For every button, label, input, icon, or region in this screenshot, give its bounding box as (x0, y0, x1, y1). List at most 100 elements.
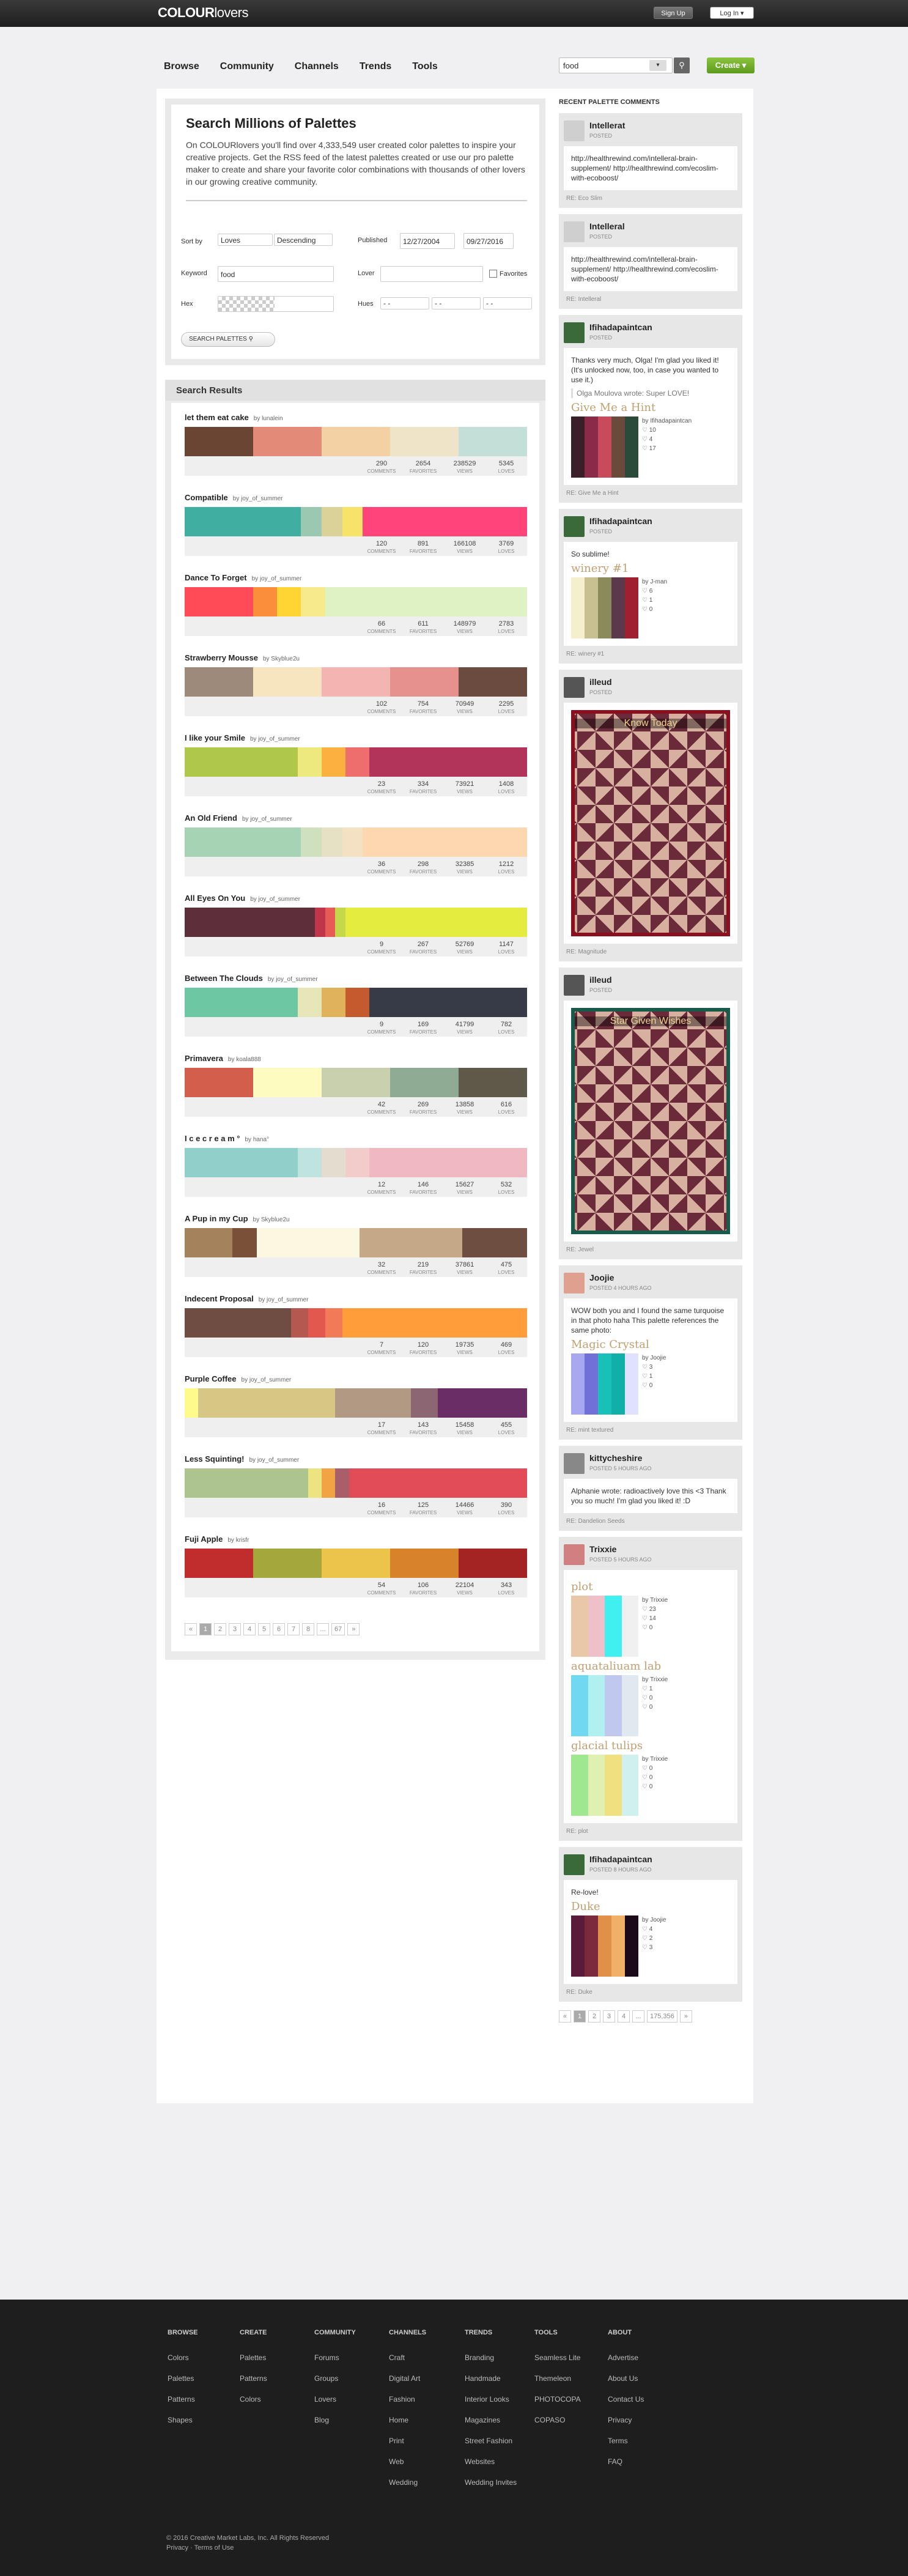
palette-author[interactable]: by lunalein (254, 415, 283, 422)
palette-swatches[interactable] (185, 747, 527, 777)
date-from-input[interactable]: 12/27/2004 (400, 233, 455, 249)
palette-title[interactable]: All Eyes On You by joy_of_summer (185, 894, 526, 903)
color-swatch[interactable] (185, 1228, 233, 1257)
color-swatch[interactable] (253, 1068, 322, 1097)
color-swatch[interactable] (410, 1388, 438, 1418)
order-select[interactable]: Descending (274, 234, 333, 246)
login-button[interactable]: Log In ▾ (710, 7, 754, 19)
color-swatch[interactable] (345, 988, 370, 1017)
footer-link[interactable]: Web (389, 2457, 426, 2466)
mini-palette-author[interactable]: by J-man (642, 577, 667, 587)
mini-palette-author[interactable]: by Trixxie (642, 1755, 668, 1764)
footer-link[interactable]: Patterns (240, 2374, 267, 2383)
comment-username[interactable]: Intelleral (589, 221, 625, 231)
comment-username[interactable]: illeud (589, 677, 612, 687)
color-swatch[interactable] (185, 587, 253, 616)
palette-swatches[interactable] (185, 1148, 527, 1177)
palette-author[interactable]: by Skyblue2u (263, 656, 300, 662)
mini-palette[interactable]: glacial tulips by Trixxie ♡ 0 ♡ 0 ♡ 0 (571, 1741, 730, 1816)
color-swatch[interactable] (185, 1308, 291, 1338)
footer-link[interactable]: Seamless Lite (534, 2353, 581, 2362)
page-link[interactable]: 3 (229, 1623, 241, 1635)
color-swatch[interactable] (185, 427, 253, 456)
footer-link[interactable]: Shapes (168, 2416, 198, 2424)
color-swatch[interactable] (321, 1148, 346, 1177)
footer-link[interactable]: Interior Looks (465, 2395, 517, 2404)
footer-link[interactable]: Terms (608, 2437, 644, 2445)
color-swatch[interactable] (185, 988, 298, 1017)
avatar[interactable] (564, 1453, 585, 1474)
color-swatch[interactable] (321, 827, 342, 857)
nav-item-channels[interactable]: Channels (295, 61, 339, 72)
color-swatch[interactable] (290, 1308, 308, 1338)
mini-palette-author[interactable]: by Ifihadapaintcan (642, 416, 692, 426)
mini-palette[interactable]: Magic Crystal by Joojie ♡ 3 ♡ 1 ♡ 0 (571, 1339, 730, 1415)
color-swatch[interactable] (301, 507, 322, 536)
mini-palette-author[interactable]: by Joojie (642, 1915, 666, 1925)
avatar[interactable] (564, 1854, 585, 1875)
nav-item-tools[interactable]: Tools (412, 61, 437, 72)
avatar[interactable] (564, 677, 585, 698)
pattern-thumbnail[interactable]: Star Given Wishes (571, 1008, 730, 1234)
avatar[interactable] (564, 1544, 585, 1565)
footer-link[interactable]: Colors (240, 2395, 267, 2404)
hue-select-3[interactable]: - - (483, 297, 532, 309)
mini-palette-title[interactable]: plot (571, 1582, 730, 1593)
comment-reference[interactable]: RE: winery #1 (564, 646, 737, 659)
page-link[interactable]: 7 (287, 1623, 300, 1635)
palette-author[interactable]: by hana° (245, 1136, 269, 1143)
color-swatch[interactable] (253, 667, 322, 697)
comment-reference[interactable]: RE: Jewel (564, 1242, 737, 1254)
footer-link[interactable]: Handmade (465, 2374, 517, 2383)
mini-palette[interactable]: plot by Trixxie ♡ 23 ♡ 14 ♡ 0 (571, 1582, 730, 1657)
mini-palette-author[interactable]: by Trixxie (642, 1596, 668, 1605)
color-swatch[interactable] (301, 587, 325, 616)
page-link[interactable]: 2 (214, 1623, 226, 1635)
palette-title[interactable]: I like your Smile by joy_of_summer (185, 733, 526, 742)
color-swatch[interactable] (390, 1549, 459, 1578)
mini-palette-author[interactable]: by Trixxie (642, 1675, 668, 1684)
color-swatch[interactable] (342, 1308, 527, 1338)
comment-reference[interactable]: RE: Eco Slim (564, 190, 737, 203)
color-swatch[interactable] (297, 988, 322, 1017)
footer-link[interactable]: Websites (465, 2457, 517, 2466)
palette-title[interactable]: Between The Clouds by joy_of_summer (185, 974, 526, 983)
color-swatch[interactable] (185, 908, 315, 937)
color-swatch[interactable] (345, 908, 527, 937)
color-swatch[interactable] (198, 1388, 336, 1418)
comment-reference[interactable]: RE: mint textured (564, 1422, 737, 1435)
color-swatch[interactable] (185, 747, 298, 777)
color-swatch[interactable] (253, 1549, 322, 1578)
comment-reference[interactable]: RE: Intelleral (564, 291, 737, 304)
color-swatch[interactable] (349, 1468, 527, 1498)
palette-swatches[interactable] (185, 1228, 527, 1257)
color-swatch[interactable] (363, 827, 527, 857)
page-link[interactable]: 1 (574, 2010, 586, 2023)
color-swatch[interactable] (459, 1549, 527, 1578)
nav-item-browse[interactable]: Browse (164, 61, 199, 72)
avatar[interactable] (564, 120, 585, 141)
palette-swatches[interactable] (185, 427, 527, 456)
footer-link[interactable]: Themeleon (534, 2374, 581, 2383)
palette-swatches[interactable] (185, 1308, 527, 1338)
palette-title[interactable]: Strawberry Mousse by Skyblue2u (185, 653, 526, 662)
color-swatch[interactable] (185, 1468, 308, 1498)
color-swatch[interactable] (345, 747, 370, 777)
color-swatch[interactable] (335, 908, 346, 937)
search-palettes-button[interactable]: SEARCH PALETTES ⚲ (181, 332, 275, 347)
comment-reference[interactable]: RE: Duke (564, 1984, 737, 1997)
hex-input[interactable] (218, 296, 334, 312)
color-swatch[interactable] (314, 908, 325, 937)
color-swatch[interactable] (369, 747, 527, 777)
color-swatch[interactable] (232, 1228, 257, 1257)
avatar[interactable] (564, 516, 585, 537)
comment-reference[interactable]: RE: Magnitude (564, 944, 737, 957)
mini-palette[interactable]: Give Me a Hint by Ifihadapaintcan ♡ 10 ♡ 4 ♡… (571, 402, 730, 478)
mini-palette-author[interactable]: by Joojie (642, 1353, 666, 1363)
avatar[interactable] (564, 221, 585, 242)
color-swatch[interactable] (335, 1468, 349, 1498)
color-swatch[interactable] (253, 587, 278, 616)
comment-username[interactable]: kittycheshire (589, 1453, 642, 1463)
color-swatch[interactable] (459, 427, 527, 456)
footer-link[interactable]: FAQ (608, 2457, 644, 2466)
